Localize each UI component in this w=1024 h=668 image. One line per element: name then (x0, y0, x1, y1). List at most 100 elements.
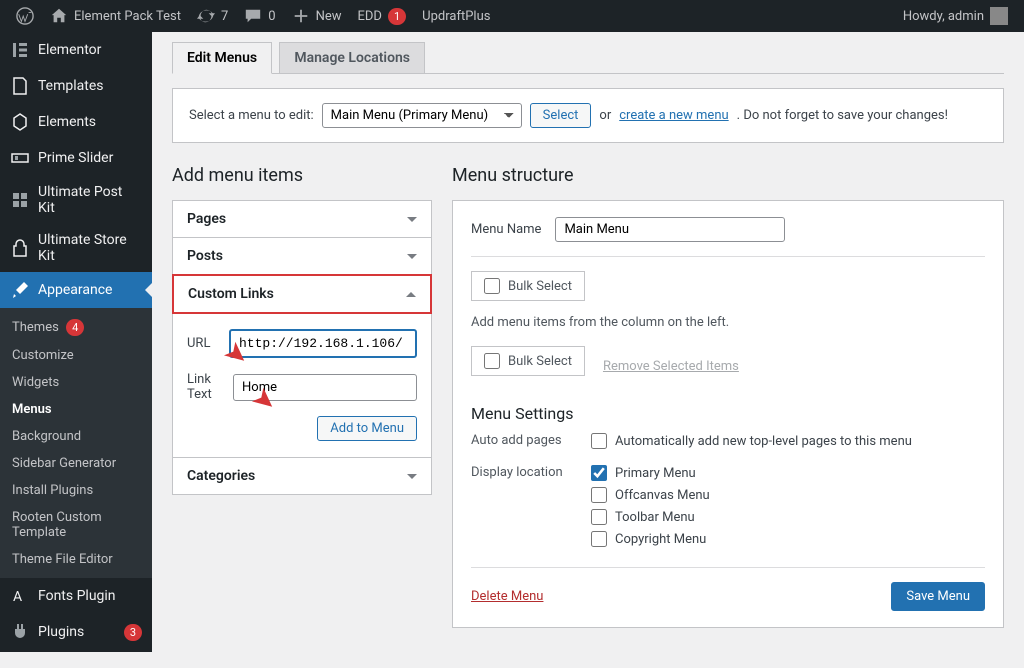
postkit-icon (10, 190, 30, 210)
sidebar-item-elementor[interactable]: Elementor (0, 32, 152, 68)
custom-links-body: URL ➤ Link Text ➤ Add to Menu (173, 313, 431, 458)
loc-offcanvas[interactable]: Offcanvas Menu (591, 487, 710, 503)
storekit-icon (10, 238, 30, 258)
sub-rooten[interactable]: Rooten Custom Template (0, 504, 152, 546)
bulk-select-top[interactable]: Bulk Select (471, 271, 585, 301)
loc-toolbar[interactable]: Toolbar Menu (591, 509, 710, 525)
menu-structure-heading: Menu structure (452, 165, 1004, 186)
display-location-label: Display location (471, 465, 591, 553)
plus-icon (292, 7, 310, 25)
comments-link[interactable]: 0 (236, 0, 283, 32)
auto-add-checkbox-row[interactable]: Automatically add new top-level pages to… (591, 433, 912, 449)
sidebar-item-appearance[interactable]: Appearance (0, 272, 152, 308)
updates-link[interactable]: 7 (189, 0, 236, 32)
menu-frame: Menu Name Bulk Select Add menu items fro… (452, 200, 1004, 628)
sub-sidebargen[interactable]: Sidebar Generator (0, 450, 152, 477)
menu-name-input[interactable] (555, 217, 785, 242)
plugins-count: 3 (124, 624, 142, 641)
acc-categories[interactable]: Categories (173, 458, 431, 494)
site-link[interactable]: Element Pack Test (42, 0, 189, 32)
loc-toolbar-checkbox[interactable] (591, 509, 607, 525)
site-title: Element Pack Test (74, 9, 181, 24)
add-to-menu-button[interactable]: Add to Menu (317, 416, 417, 441)
url-label: URL (187, 336, 217, 351)
slider-icon (10, 148, 30, 168)
help-text: Add menu items from the column on the le… (471, 315, 985, 330)
chevron-down-icon (407, 217, 417, 222)
elementor-icon (10, 40, 30, 60)
create-menu-link[interactable]: create a new menu (619, 108, 728, 123)
account-link[interactable]: Howdy, admin (895, 0, 1016, 32)
bulk-checkbox[interactable] (484, 353, 500, 369)
home-icon (50, 7, 68, 25)
edd-count: 1 (388, 8, 406, 25)
chevron-down-icon (407, 254, 417, 259)
sub-customize[interactable]: Customize (0, 342, 152, 369)
select-button[interactable]: Select (530, 103, 592, 128)
svg-text:A: A (13, 589, 22, 605)
sub-background[interactable]: Background (0, 423, 152, 450)
menu-settings-heading: Menu Settings (471, 404, 985, 423)
themes-count: 4 (66, 319, 84, 336)
sub-themes[interactable]: Themes 4 (0, 313, 152, 342)
sub-installplugins[interactable]: Install Plugins (0, 477, 152, 504)
sidebar-item-plugins[interactable]: Plugins3 (0, 614, 152, 650)
new-link[interactable]: New (284, 0, 350, 32)
add-items-heading: Add menu items (172, 165, 432, 186)
bulk-select-bottom[interactable]: Bulk Select (471, 346, 585, 376)
url-input[interactable] (229, 329, 417, 358)
howdy-text: Howdy, admin (903, 9, 984, 24)
sidebar-item-primeslider[interactable]: Prime Slider (0, 140, 152, 176)
updraft-link[interactable]: UpdraftPlus (414, 0, 498, 32)
loc-primary[interactable]: Primary Menu (591, 465, 710, 481)
acc-posts[interactable]: Posts (173, 238, 431, 275)
tab-edit-menus[interactable]: Edit Menus (172, 42, 272, 74)
sub-themeeditor[interactable]: Theme File Editor (0, 546, 152, 573)
sub-widgets[interactable]: Widgets (0, 369, 152, 396)
tail-text: . Do not forget to save your changes! (737, 108, 948, 123)
menu-select[interactable]: Main Menu (Primary Menu) (322, 103, 522, 128)
menu-name-label: Menu Name (471, 222, 541, 237)
elements-icon (10, 112, 30, 132)
sidebar-item-storekit[interactable]: Ultimate Store Kit (0, 224, 152, 272)
templates-icon (10, 76, 30, 96)
avatar (990, 7, 1008, 25)
menu-select-row: Select a menu to edit: Main Menu (Primar… (172, 88, 1004, 143)
acc-pages[interactable]: Pages (173, 201, 431, 238)
auto-add-checkbox[interactable] (591, 433, 607, 449)
edd-label: EDD (358, 9, 382, 24)
loc-copyright-checkbox[interactable] (591, 531, 607, 547)
chevron-up-icon (406, 292, 416, 297)
linktext-label: Link Text (187, 372, 221, 402)
plugin-icon (10, 622, 30, 642)
loc-offcanvas-checkbox[interactable] (591, 487, 607, 503)
edd-link[interactable]: EDD 1 (350, 0, 415, 32)
sidebar-item-fonts[interactable]: AFonts Plugin (0, 578, 152, 614)
brush-icon (10, 280, 30, 300)
linktext-input[interactable] (233, 374, 417, 401)
or-text: or (599, 108, 611, 123)
tab-manage-locations[interactable]: Manage Locations (279, 42, 425, 73)
chevron-down-icon (407, 474, 417, 479)
comment-icon (244, 7, 262, 25)
loc-copyright[interactable]: Copyright Menu (591, 531, 710, 547)
sidebar-item-templates[interactable]: Templates (0, 68, 152, 104)
wordpress-icon (16, 7, 34, 25)
delete-menu-link[interactable]: Delete Menu (471, 589, 543, 604)
nav-tabs: Edit Menus Manage Locations (172, 42, 1004, 74)
sub-menus[interactable]: Menus (0, 396, 152, 423)
comments-count: 0 (268, 9, 275, 24)
bulk-checkbox[interactable] (484, 278, 500, 294)
sidebar-item-elements[interactable]: Elements (0, 104, 152, 140)
new-label: New (316, 9, 342, 24)
wp-logo[interactable] (8, 0, 42, 32)
save-menu-button[interactable]: Save Menu (891, 582, 985, 611)
acc-custom-links[interactable]: Custom Links (172, 274, 432, 314)
accordion: Pages Posts Custom Links URL ➤ Link Text… (172, 200, 432, 495)
remove-selected-link: Remove Selected Items (603, 359, 739, 374)
select-menu-label: Select a menu to edit: (189, 108, 314, 123)
auto-add-label: Auto add pages (471, 433, 591, 455)
sidebar-item-postkit[interactable]: Ultimate Post Kit (0, 176, 152, 224)
loc-primary-checkbox[interactable] (591, 465, 607, 481)
updates-count: 7 (221, 9, 228, 24)
